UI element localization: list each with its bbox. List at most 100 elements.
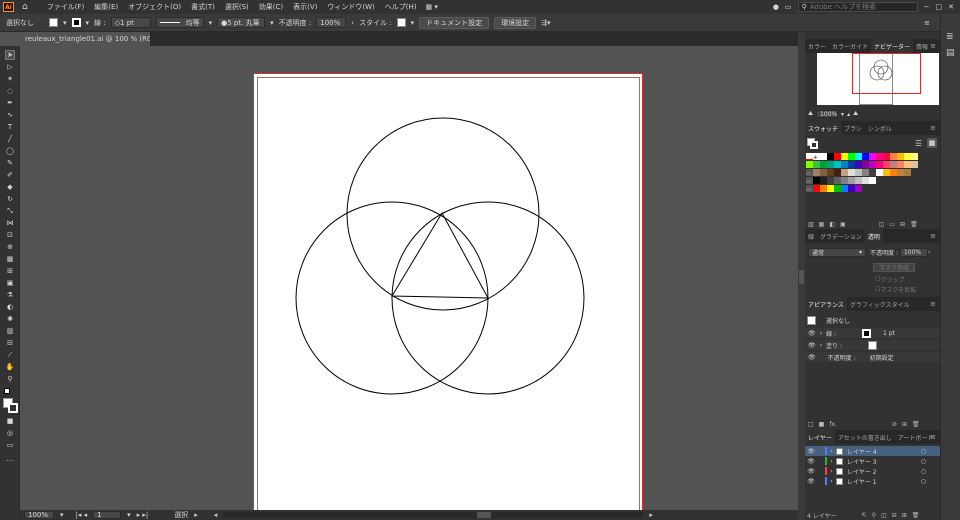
color-group-icon[interactable]: ▣ (840, 221, 846, 228)
perspective-grid-tool-icon[interactable]: ▦ (5, 254, 15, 264)
swatch-folder-icon[interactable]: ▭ (889, 221, 895, 228)
maximize-button[interactable]: □ (936, 3, 943, 11)
swatch[interactable] (883, 161, 890, 168)
lasso-tool-icon[interactable]: ◌ (5, 86, 15, 96)
tab-swatches[interactable]: スウォッチ (805, 121, 842, 135)
brush-definition[interactable]: ● 5 pt. 丸筆 (217, 17, 266, 28)
swatch[interactable] (806, 161, 813, 168)
duplicate-item-icon[interactable]: ⊞ (902, 421, 907, 428)
menu-item[interactable]: ファイル(F) (42, 2, 90, 12)
close-button[interactable]: ✕ (948, 3, 954, 11)
swatch-kind-icon[interactable]: ▦ (819, 221, 825, 228)
locate-object-icon[interactable]: ⚲ (872, 512, 876, 519)
minimize-button[interactable]: − (924, 3, 930, 11)
swatch[interactable] (820, 177, 827, 184)
menu-item[interactable]: オブジェクト(O) (123, 2, 186, 12)
arrange-docs-icon[interactable]: ▭ (785, 3, 792, 11)
swatch[interactable] (855, 177, 862, 184)
artboard-tool-icon[interactable]: ⊟ (5, 338, 15, 348)
swatch[interactable] (813, 177, 820, 184)
transparency-opacity-field[interactable]: 100% (899, 247, 928, 257)
swatch[interactable] (848, 185, 855, 192)
swatch[interactable] (848, 169, 855, 176)
slice-tool-icon[interactable]: ⟋ (5, 350, 15, 360)
visibility-eye-icon[interactable]: 👁 (805, 448, 817, 455)
shape-builder-tool-icon[interactable]: ⊕ (5, 242, 15, 252)
grid-view-icon[interactable]: ▦ (927, 138, 937, 148)
swatch[interactable] (862, 177, 869, 184)
curvature-tool-icon[interactable]: ∿ (5, 110, 15, 120)
add-effect-icon[interactable]: fx. (829, 421, 837, 428)
navigator-zoom-field[interactable]: 100% (816, 110, 839, 118)
document-setup-button[interactable]: ドキュメント設定 (419, 16, 490, 29)
panel-menu-icon[interactable]: ≡ (924, 19, 930, 27)
more-tools-icon[interactable]: … (5, 454, 15, 464)
account-icon[interactable]: ● (773, 3, 779, 11)
eyedropper-tool-icon[interactable]: ⚗ (5, 290, 15, 300)
visibility-eye-icon[interactable]: 👁 (808, 354, 816, 361)
menu-item[interactable]: ウィンドウ(W) (322, 2, 379, 12)
visibility-eye-icon[interactable]: 👁 (805, 468, 817, 475)
swatch[interactable] (862, 169, 869, 176)
swatch[interactable] (813, 185, 820, 192)
tab-brushes[interactable]: ブラシ (841, 121, 865, 135)
rotate-tool-icon[interactable]: ↻ (5, 194, 15, 204)
swatch[interactable] (855, 169, 862, 176)
swatch[interactable] (827, 177, 834, 184)
swatch[interactable] (820, 169, 827, 176)
horizontal-scrollbar[interactable] (223, 512, 644, 518)
delete-item-icon[interactable]: 🗑 (912, 421, 920, 428)
visibility-eye-icon[interactable]: 👁 (805, 478, 817, 485)
swatch[interactable] (862, 161, 869, 168)
swatch[interactable] (834, 153, 841, 160)
expand-arrow-icon[interactable]: › (827, 458, 836, 465)
swatch-group-folder-icon[interactable]: ▭ (806, 169, 813, 177)
swatch[interactable] (820, 153, 827, 160)
swatch[interactable] (848, 161, 855, 168)
screen-mode-icon[interactable]: ▭ (5, 440, 15, 450)
clipping-mask-icon[interactable]: ◫ (881, 512, 887, 519)
swatch[interactable] (841, 185, 848, 192)
menu-item[interactable]: 表示(V) (288, 2, 322, 12)
selection-tool-icon[interactable]: ➤ (5, 50, 15, 60)
layer-target-icon[interactable]: ○ (921, 448, 926, 455)
add-fill-icon[interactable]: ■ (819, 421, 825, 428)
zoom-slider-icon[interactable]: ▴ (847, 111, 850, 118)
swatch[interactable] (883, 169, 890, 176)
layer-target-icon[interactable]: ○ (921, 468, 926, 475)
tab-layers[interactable]: レイヤー (805, 430, 835, 444)
swatch-grid[interactable]: ✛ ▭ ▭ ▭ (805, 153, 940, 193)
list-view-icon[interactable]: ☰ (915, 139, 922, 148)
swatch[interactable] (890, 169, 897, 176)
stroke-color-icon[interactable] (8, 403, 18, 413)
properties-icon[interactable]: ≣ (946, 32, 954, 42)
invert-mask-checkbox[interactable]: ☐ マスクを反転 (805, 285, 940, 294)
appearance-stroke-row[interactable]: 👁 › 線 : 1 pt (805, 328, 940, 338)
draw-mode-icon[interactable]: ◎ (5, 428, 15, 438)
menu-item[interactable]: 効果(C) (254, 2, 288, 12)
ellipse-tool-icon[interactable]: ◯ (5, 146, 15, 156)
swatch[interactable] (841, 169, 848, 176)
swatch[interactable] (883, 153, 890, 160)
expand-arrow-icon[interactable]: › (827, 478, 836, 485)
new-swatch-icon[interactable]: ⊞ (900, 221, 905, 228)
transparency-menu-icon[interactable]: ≡ (930, 232, 936, 240)
layer-row[interactable]: 👁 › レイヤー 2 ○ (805, 466, 940, 476)
tab-asset-export[interactable]: アセットの書き出し (835, 430, 895, 444)
swatch[interactable] (869, 161, 876, 168)
swatch-stroke-icon[interactable] (810, 141, 818, 149)
scale-tool-icon[interactable]: ⤡ (5, 206, 15, 216)
swatch[interactable] (834, 177, 841, 184)
clip-checkbox[interactable]: ☐ クリップ (805, 275, 940, 284)
home-icon[interactable]: ⌂ (22, 2, 28, 12)
canvas-area[interactable] (20, 46, 795, 510)
swatch[interactable] (897, 153, 904, 160)
swatch[interactable] (813, 169, 820, 176)
swatch[interactable] (890, 153, 897, 160)
expand-arrow-icon[interactable]: › (820, 330, 822, 337)
swatch[interactable] (911, 153, 918, 160)
delete-layer-icon[interactable]: 🗑 (912, 512, 920, 519)
eraser-tool-icon[interactable]: ◆ (5, 182, 15, 192)
preferences-button[interactable]: 環境設定 (494, 16, 537, 29)
swatch[interactable] (904, 153, 911, 160)
